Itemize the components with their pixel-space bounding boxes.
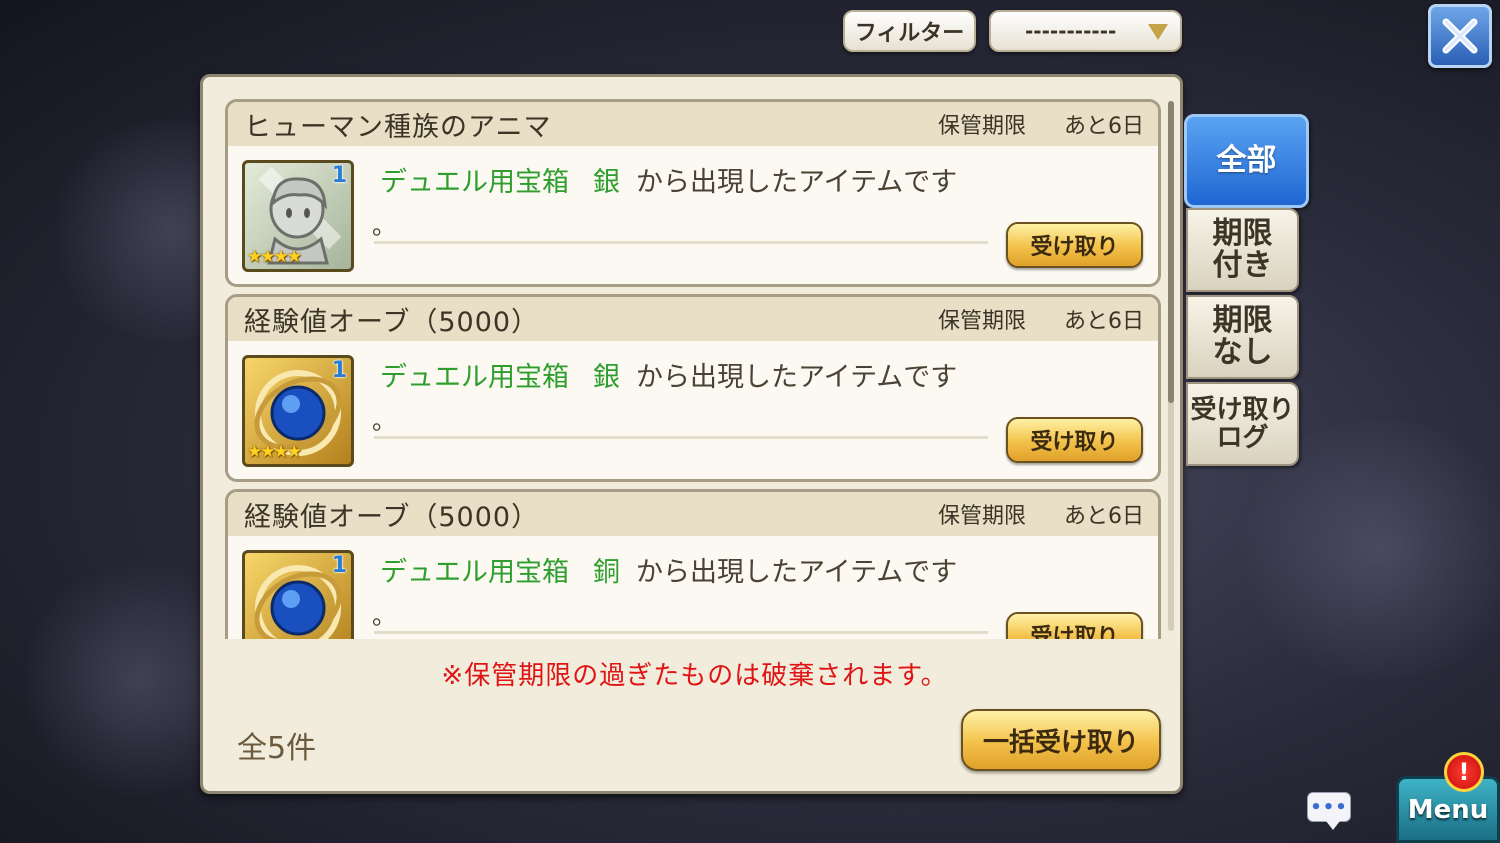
rarity-stars: ★★★★ xyxy=(247,442,302,462)
item-name: 経験値オーブ（5000） xyxy=(244,501,540,533)
tab-receive-log[interactable]: 受け取り ログ xyxy=(1186,382,1299,466)
receive-button[interactable]: 受け取り xyxy=(1006,612,1143,639)
list-item: 経験値オーブ（5000） 保管期限 あと6日 1 ★★★★ デュエル用宝箱銅から… xyxy=(225,489,1161,639)
item-name: 経験値オーブ（5000） xyxy=(244,306,540,338)
description-period: 。 xyxy=(372,602,396,630)
divider xyxy=(374,241,988,244)
source-grade: 銀 xyxy=(593,362,620,393)
rarity-stars: ★★★★ xyxy=(247,637,302,639)
item-count: 1 xyxy=(331,358,347,383)
tab-no-expiry[interactable]: 期限 なし xyxy=(1186,295,1299,379)
tab-all[interactable]: 全部 xyxy=(1184,114,1309,208)
rarity-stars: ★★★★ xyxy=(247,247,302,267)
tab-with-expiry[interactable]: 期限 付き xyxy=(1186,208,1299,292)
list-item: 経験値オーブ（5000） 保管期限 あと6日 1 ★★★★ デュエル用宝箱銀から… xyxy=(225,294,1161,482)
item-source: デュエル用宝箱銅から出現したアイテムです xyxy=(380,550,957,589)
present-box-panel: ヒューマン種族のアニマ 保管期限 あと6日 1 ★★★★ デュエル用宝箱銀から出… xyxy=(200,74,1183,794)
expiry-value: あと6日 xyxy=(1064,309,1144,334)
source-grade: 銅 xyxy=(593,557,620,588)
item-count: 1 xyxy=(331,553,347,578)
expiry-value: あと6日 xyxy=(1064,504,1144,529)
filter-button[interactable]: フィルター xyxy=(843,10,976,52)
expiry-notice: ※保管期限の過ぎたものは破棄されます。 xyxy=(441,661,948,691)
expiry-label: 保管期限 xyxy=(937,309,1026,334)
source-chest: デュエル用宝箱 xyxy=(380,362,569,393)
exp-orb-icon: 1 ★★★★ xyxy=(242,550,354,639)
bulk-receive-button[interactable]: 一括受け取り xyxy=(961,709,1161,771)
receive-button[interactable]: 受け取り xyxy=(1006,417,1143,463)
close-icon xyxy=(1442,18,1478,54)
chevron-down-icon xyxy=(1148,24,1168,40)
alert-badge: ! xyxy=(1444,752,1484,792)
filter-dropdown[interactable]: ----------- xyxy=(989,10,1182,52)
source-suffix: から出現したアイテムです xyxy=(636,167,958,198)
item-header: 経験値オーブ（5000） 保管期限 あと6日 xyxy=(228,492,1158,536)
scrollbar[interactable] xyxy=(1168,101,1174,631)
divider xyxy=(374,631,988,634)
item-list[interactable]: ヒューマン種族のアニマ 保管期限 あと6日 1 ★★★★ デュエル用宝箱銀から出… xyxy=(225,99,1163,639)
list-item: ヒューマン種族のアニマ 保管期限 あと6日 1 ★★★★ デュエル用宝箱銀から出… xyxy=(225,99,1161,287)
item-source: デュエル用宝箱銀から出現したアイテムです xyxy=(380,355,957,394)
menu-button[interactable]: Menu xyxy=(1396,776,1500,843)
item-source: デュエル用宝箱銀から出現したアイテムです xyxy=(380,160,957,199)
close-button[interactable] xyxy=(1428,4,1492,68)
source-grade: 銀 xyxy=(593,167,620,198)
description-period: 。 xyxy=(372,212,396,240)
expiry-label: 保管期限 xyxy=(937,114,1026,139)
chat-icon[interactable]: ••• xyxy=(1307,792,1351,830)
item-name: ヒューマン種族のアニマ xyxy=(244,111,552,143)
source-suffix: から出現したアイテムです xyxy=(636,362,958,393)
expiry-label: 保管期限 xyxy=(937,504,1026,529)
scrollbar-thumb[interactable] xyxy=(1168,101,1174,403)
item-header: 経験値オーブ（5000） 保管期限 あと6日 xyxy=(228,297,1158,341)
source-chest: デュエル用宝箱 xyxy=(380,557,569,588)
total-count: 全5件 xyxy=(237,731,317,766)
source-chest: デュエル用宝箱 xyxy=(380,167,569,198)
divider xyxy=(374,436,988,439)
item-header: ヒューマン種族のアニマ 保管期限 あと6日 xyxy=(228,102,1158,146)
expiry-value: あと6日 xyxy=(1064,114,1144,139)
description-period: 。 xyxy=(372,407,396,435)
item-count: 1 xyxy=(331,163,347,188)
exp-orb-icon: 1 ★★★★ xyxy=(242,355,354,467)
source-suffix: から出現したアイテムです xyxy=(636,557,958,588)
receive-button[interactable]: 受け取り xyxy=(1006,222,1143,268)
filter-dropdown-value: ----------- xyxy=(1025,19,1117,43)
anima-icon: 1 ★★★★ xyxy=(242,160,354,272)
